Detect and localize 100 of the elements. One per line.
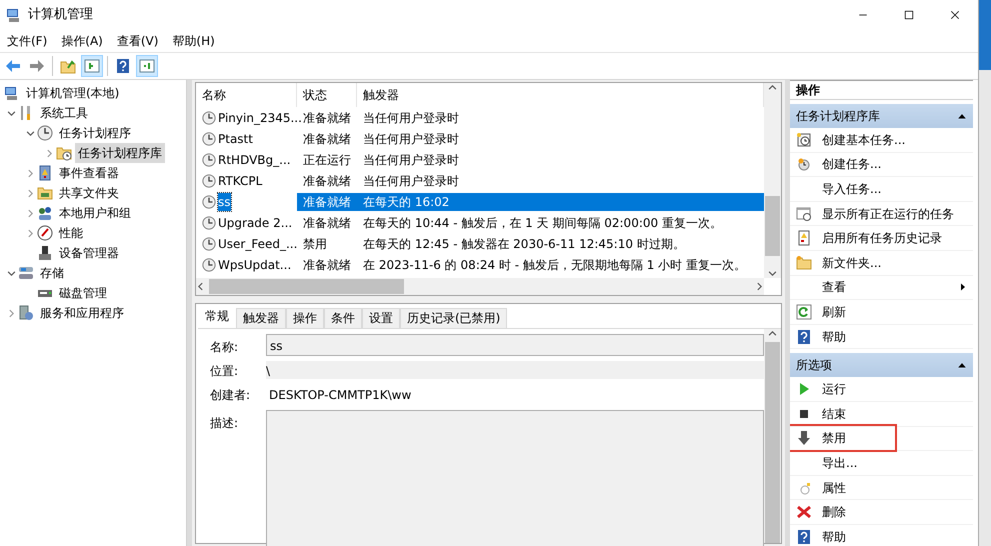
task-status: 正在运行 [302, 152, 352, 168]
menu-item[interactable]: 文件(F) [0, 32, 54, 50]
toolbar-button[interactable] [81, 55, 103, 77]
tree-item[interactable]: 存储 [37, 263, 67, 283]
task-trigger: 在每天的 10:44 - 触发后，在 1 天 期间每隔 02:00:00 重复一次。 [362, 214, 723, 232]
chevron-right-icon[interactable] [26, 208, 34, 218]
description-field[interactable] [266, 410, 764, 546]
vertical-scrollbar[interactable] [764, 83, 781, 278]
task-status: 准备就绪 [302, 172, 352, 190]
action-item[interactable]: 运行 [822, 380, 973, 398]
forward-arrow-icon [29, 58, 45, 74]
tab[interactable]: 历史记录(已禁用) [400, 308, 508, 328]
close-icon [949, 9, 961, 21]
field-label: 描述: [209, 415, 240, 432]
action-item[interactable]: 查看 [822, 278, 959, 296]
action-item[interactable]: 删除 [822, 503, 973, 522]
action-item[interactable]: 禁用 [790, 426, 895, 450]
chevron-right-icon[interactable] [26, 168, 34, 178]
action-item[interactable]: 启用所有任务历史记录 [822, 229, 973, 248]
computer-icon [4, 85, 20, 101]
action-item[interactable]: 属性 [822, 478, 973, 497]
task-trigger: 在每天的 16:02 [357, 192, 764, 210]
shared-folder-icon [37, 185, 53, 201]
task-name[interactable]: ss [218, 192, 231, 210]
chevron-right-icon[interactable] [44, 148, 54, 158]
task-trigger: 在 2023-11-6 的 08:24 时 - 触发后，无限期地每隔 1 小时 重复一次。 [362, 256, 747, 274]
down-arrow-icon [796, 430, 812, 446]
tree-item[interactable]: 设备管理器 [56, 243, 122, 263]
tree-item[interactable]: 服务和应用程序 [37, 303, 127, 323]
action-item[interactable]: 帮助 [822, 328, 973, 346]
task-name[interactable]: Upgrade 2... [218, 214, 292, 232]
refresh-icon [796, 304, 812, 320]
tab[interactable]: 条件 [324, 308, 362, 328]
task-name[interactable]: Pinyin_2345... [218, 108, 302, 126]
back-arrow-icon [5, 58, 21, 74]
folder-up-icon [60, 58, 76, 74]
toolbar-button[interactable] [136, 55, 158, 77]
tree-item[interactable]: 事件查看器 [56, 163, 122, 183]
maximize-icon [903, 9, 915, 21]
tree-item[interactable]: 任务计划程序 [56, 123, 134, 143]
window-clock-icon [796, 206, 812, 222]
scroll-down-icon[interactable] [768, 269, 777, 278]
section-header[interactable]: 所选项 [790, 353, 973, 378]
clock-icon [796, 156, 812, 172]
action-item[interactable]: 帮助 [822, 528, 973, 546]
section-header[interactable]: 任务计划程序库 [790, 104, 973, 128]
action-item[interactable]: 创建任务... [822, 155, 973, 174]
column-header[interactable]: 名称 [196, 83, 297, 107]
clock-icon [202, 216, 216, 230]
action-item[interactable]: 导入任务... [822, 180, 973, 198]
tree-item[interactable]: 磁盘管理 [56, 283, 110, 303]
task-status: 准备就绪 [302, 256, 352, 274]
menu-item[interactable]: 操作(A) [54, 32, 110, 50]
scroll-right-icon[interactable] [755, 282, 764, 291]
tree-item[interactable]: 本地用户和组 [56, 203, 134, 223]
action-item[interactable]: 创建基本任务... [822, 130, 973, 149]
tree-item[interactable]: 共享文件夹 [56, 183, 122, 203]
help-icon [115, 58, 131, 74]
chevron-down-icon[interactable] [6, 108, 16, 118]
field-label: 名称: [209, 339, 240, 356]
tree-item[interactable]: 系统工具 [37, 103, 91, 123]
scroll-left-icon[interactable] [196, 282, 205, 291]
name-field[interactable]: ss [266, 334, 764, 356]
action-item[interactable]: 显示所有正在运行的任务 [822, 204, 973, 223]
tree-item[interactable]: 性能 [56, 223, 86, 243]
column-header[interactable]: 状态 [297, 83, 357, 107]
horizontal-scrollbar[interactable] [196, 278, 764, 295]
task-trigger: 当任何用户登录时 [362, 152, 460, 168]
chevron-right-icon[interactable] [26, 228, 34, 238]
section-title: 任务计划程序库 [796, 108, 880, 125]
computer-icon [6, 7, 22, 23]
scroll-up-icon[interactable] [768, 83, 777, 92]
scroll-up-icon[interactable] [768, 329, 777, 338]
task-name[interactable]: User_Feed_... [218, 234, 298, 252]
chevron-down-icon[interactable] [6, 268, 16, 278]
pane-icon [139, 58, 155, 74]
chevron-right-icon[interactable] [6, 308, 16, 318]
task-status: 准备就绪 [302, 130, 352, 148]
action-item[interactable]: 新文件夹... [822, 254, 973, 272]
chevron-down-icon[interactable] [26, 128, 34, 138]
task-name[interactable]: RtHDVBg_... [218, 150, 291, 168]
task-name[interactable]: Ptastt [218, 130, 253, 148]
tab[interactable]: 设置 [362, 308, 400, 328]
pane-title: 操作 [790, 80, 973, 100]
tab[interactable]: 操作 [286, 308, 324, 328]
task-name[interactable]: WpsUpdat... [218, 256, 292, 274]
menu-item[interactable]: 查看(V) [110, 32, 166, 50]
vertical-scrollbar[interactable] [764, 329, 781, 543]
tree-item[interactable]: 任务计划程序库 [75, 143, 165, 163]
task-name[interactable]: RTKCPL [218, 172, 262, 190]
task-trigger: 当任何用户登录时 [362, 130, 460, 148]
field-label: 创建者: [209, 387, 252, 404]
chevron-right-icon[interactable] [26, 188, 34, 198]
task-trigger: 当任何用户登录时 [362, 110, 460, 126]
action-item[interactable]: 导出... [822, 454, 973, 472]
tree-item[interactable]: 计算机管理(本地) [23, 83, 122, 103]
tab[interactable]: 触发器 [236, 308, 286, 328]
action-item[interactable]: 刷新 [822, 302, 973, 321]
menu-item[interactable]: 帮助(H) [165, 32, 222, 50]
action-item[interactable]: 结束 [822, 404, 973, 423]
